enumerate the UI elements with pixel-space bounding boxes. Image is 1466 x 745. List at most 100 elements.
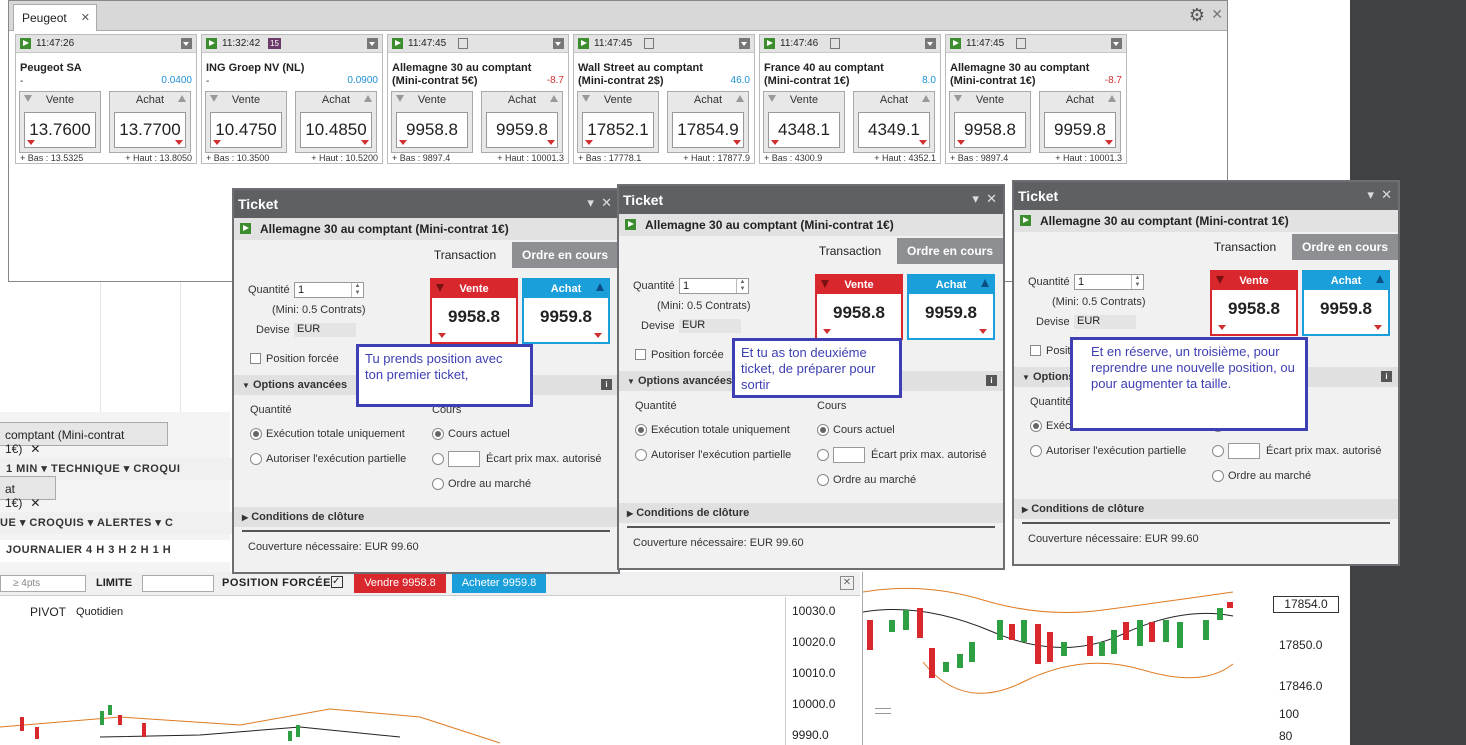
stepper-arrows-icon[interactable]: ▲ ▼ [351, 283, 363, 297]
exec-full-radio[interactable] [635, 424, 647, 436]
close-icon[interactable]: ✕ [30, 496, 40, 510]
watchlist-card[interactable]: 11:47:46 France 40 au comptant (Mini-cont… [759, 34, 941, 164]
market-order-radio[interactable] [432, 478, 444, 490]
watchlist-card[interactable]: 11:47:26 Peugeot SA - 0.0400 Vente 13.7600 Ach… [15, 34, 197, 164]
exec-partial-radio[interactable] [635, 449, 647, 461]
buy-price-box[interactable]: Achat 9959.8 [907, 274, 995, 340]
sell-price-box[interactable]: Vente 4348.1 [763, 91, 845, 153]
chart-tab-2[interactable]: at 1€) ✕ [0, 476, 56, 510]
quantity-stepper[interactable]: 1 ▲ ▼ [294, 282, 364, 298]
exec-full-radio[interactable] [1030, 420, 1042, 432]
watchlist-tab[interactable]: Peugeot ✕ [13, 4, 97, 31]
market-order-radio[interactable] [1212, 470, 1224, 482]
play-icon[interactable] [950, 38, 961, 49]
close-conditions-header[interactable]: ▶ Conditions de clôture [234, 507, 618, 527]
buy-price-box[interactable]: Achat 4349.1 [853, 91, 935, 153]
close-icon[interactable]: ✕ [30, 442, 40, 456]
price-current-radio[interactable] [432, 428, 444, 440]
timeframe-bar[interactable]: JOURNALIER 4 H 3 H 2 H 1 H [0, 540, 232, 562]
exec-full-radio[interactable] [250, 428, 262, 440]
chart-left[interactable]: PIVOT Quotidien 10030.0 10020.0 10010.0 … [0, 597, 858, 745]
buy-price-box[interactable]: Achat 9959.8 [481, 91, 563, 153]
play-icon[interactable] [206, 38, 217, 49]
sell-price-box[interactable]: Vente 13.7600 [19, 91, 101, 153]
close-icon[interactable]: ✕ [1381, 187, 1392, 202]
close-icon[interactable]: ✕ [601, 195, 612, 210]
buy-price-box[interactable]: Achat 9959.8 [1039, 91, 1121, 153]
sell-price-box[interactable]: Vente 9958.8 [949, 91, 1031, 153]
limit-input[interactable] [142, 575, 214, 592]
document-icon[interactable] [644, 38, 654, 49]
chevron-down-icon[interactable]: ▾ [1367, 187, 1374, 202]
forced-position-checkbox[interactable] [1030, 345, 1041, 356]
chevron-down-icon[interactable] [181, 38, 192, 49]
sell-price-box[interactable]: Vente 9958.8 [430, 278, 518, 344]
sell-price-box[interactable]: Vente 9958.8 [815, 274, 903, 340]
info-icon[interactable]: i [1381, 371, 1392, 382]
document-icon[interactable] [1016, 38, 1026, 49]
chart-right[interactable]: 17854.0 17850.0 17846.0 100 80 [862, 572, 1350, 745]
exec-partial-radio[interactable] [1030, 445, 1042, 457]
tab-pending-orders[interactable]: Ordre en cours [897, 238, 1003, 264]
tab-pending-orders[interactable]: Ordre en cours [1292, 234, 1398, 260]
sell-price-box[interactable]: Vente 17852.1 [577, 91, 659, 153]
play-icon[interactable] [625, 219, 636, 230]
sell-price-box[interactable]: Vente 9958.8 [1210, 270, 1298, 336]
stepper-arrows-icon[interactable]: ▲ ▼ [736, 279, 748, 293]
document-icon[interactable] [830, 38, 840, 49]
max-deviation-input[interactable] [1228, 443, 1260, 459]
tab-transaction[interactable]: Transaction [418, 242, 512, 268]
watchlist-card[interactable]: 11:47:45 Wall Street au comptant (Mini-co… [573, 34, 755, 164]
market-order-radio[interactable] [817, 474, 829, 486]
tab-transaction[interactable]: Transaction [803, 238, 897, 264]
sell-button[interactable]: Vendre 9958.8 [354, 574, 446, 593]
stepper-arrows-icon[interactable]: ▲ ▼ [1131, 275, 1143, 289]
play-icon[interactable] [764, 38, 775, 49]
chevron-down-icon[interactable] [367, 38, 378, 49]
watchlist-card[interactable]: 11:47:45 Allemagne 30 au comptant (Mini-c… [387, 34, 569, 164]
forced-position-checkbox[interactable] [635, 349, 646, 360]
close-conditions-header[interactable]: ▶ Conditions de clôture [1014, 499, 1398, 519]
price-max-radio[interactable] [1212, 445, 1224, 457]
price-max-radio[interactable] [817, 449, 829, 461]
ticket-header[interactable]: Ticket ▾ ✕ [1014, 182, 1398, 210]
close-conditions-header[interactable]: ▶ Conditions de clôture [619, 503, 1003, 523]
ticket-header[interactable]: Ticket ▾ ✕ [619, 186, 1003, 214]
buy-price-box[interactable]: Achat 9959.8 [1302, 270, 1390, 336]
play-icon[interactable] [20, 38, 31, 49]
gear-icon[interactable]: ⚙ [1189, 5, 1205, 26]
chevron-down-icon[interactable] [925, 38, 936, 49]
price-max-radio[interactable] [432, 453, 444, 465]
sell-price-box[interactable]: Vente 9958.8 [391, 91, 473, 153]
quantity-stepper[interactable]: 1 ▲ ▼ [1074, 274, 1144, 290]
resize-handle[interactable] [875, 708, 891, 714]
window-controls[interactable]: ▾ ✕ [1367, 187, 1392, 203]
ticket-header[interactable]: Ticket ▾ ✕ [234, 190, 618, 218]
max-deviation-input[interactable] [448, 451, 480, 467]
buy-price-box[interactable]: Achat 10.4850 [295, 91, 377, 153]
buy-price-box[interactable]: Achat 13.7700 [109, 91, 191, 153]
chevron-down-icon[interactable] [553, 38, 564, 49]
max-deviation-input[interactable] [833, 447, 865, 463]
play-icon[interactable] [392, 38, 403, 49]
chevron-down-icon[interactable] [739, 38, 750, 49]
window-controls[interactable]: ▾ ✕ [587, 195, 612, 211]
tab-pending-orders[interactable]: Ordre en cours [512, 242, 618, 268]
play-icon[interactable] [1020, 215, 1031, 226]
buy-price-box[interactable]: Achat 17854.9 [667, 91, 749, 153]
close-icon[interactable]: ✕ [1211, 6, 1223, 23]
price-current-radio[interactable] [817, 424, 829, 436]
chart-toolbar-2[interactable]: UE ▾ CROQUIS ▾ ALERTES ▾ C [0, 512, 232, 534]
chevron-down-icon[interactable]: ▾ [972, 191, 979, 206]
play-icon[interactable] [240, 223, 251, 234]
chart-tab-1[interactable]: comptant (Mini-contrat 1€) ✕ [0, 422, 168, 456]
watchlist-card[interactable]: 11:47:45 Allemagne 30 au comptant (Mini-c… [945, 34, 1127, 164]
info-icon[interactable]: i [986, 375, 997, 386]
quantity-stepper[interactable]: 1 ▲ ▼ [679, 278, 749, 294]
document-icon[interactable] [458, 38, 468, 49]
tab-transaction[interactable]: Transaction [1198, 234, 1292, 260]
exec-partial-radio[interactable] [250, 453, 262, 465]
stop-input[interactable]: ≥ 4pts [0, 575, 86, 592]
chevron-down-icon[interactable]: ▾ [587, 195, 594, 210]
watchlist-card[interactable]: 11:32:42 15 ING Groep NV (NL) - 0.0900 Vente 1… [201, 34, 383, 164]
